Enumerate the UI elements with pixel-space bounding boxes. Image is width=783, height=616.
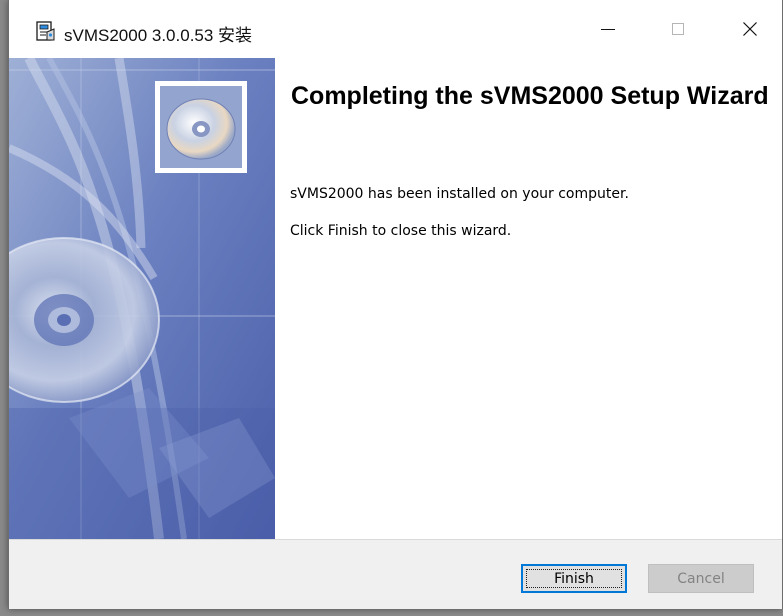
title-bar[interactable]: sVMS2000 3.0.0.53 安装 [9, 0, 782, 58]
wizard-heading: Completing the sVMS2000 Setup Wizard [291, 82, 769, 110]
wizard-banner-image [9, 58, 275, 539]
cancel-button-label: Cancel [677, 570, 725, 587]
finish-instruction: Click Finish to close this wizard. [290, 223, 512, 239]
maximize-icon [672, 23, 684, 35]
minimize-icon [601, 29, 615, 30]
minimize-button[interactable] [579, 0, 637, 58]
setup-window: sVMS2000 3.0.0.53 安装 Completing the sVMS… [8, 0, 783, 609]
installed-message: sVMS2000 has been installed on your comp… [290, 186, 629, 202]
close-icon [743, 22, 757, 36]
wizard-content: Completing the sVMS2000 Setup Wizard sVM… [275, 58, 782, 539]
finish-button[interactable]: Finish [521, 564, 627, 593]
window-title: sVMS2000 3.0.0.53 安装 [64, 26, 253, 45]
wizard-footer: Finish Cancel [9, 539, 782, 609]
focus-rectangle [526, 569, 622, 588]
close-button[interactable] [721, 0, 779, 58]
installer-app-icon [36, 21, 55, 41]
banner-artwork [9, 58, 275, 539]
maximize-button[interactable] [649, 0, 707, 58]
cancel-button[interactable]: Cancel [648, 564, 754, 593]
